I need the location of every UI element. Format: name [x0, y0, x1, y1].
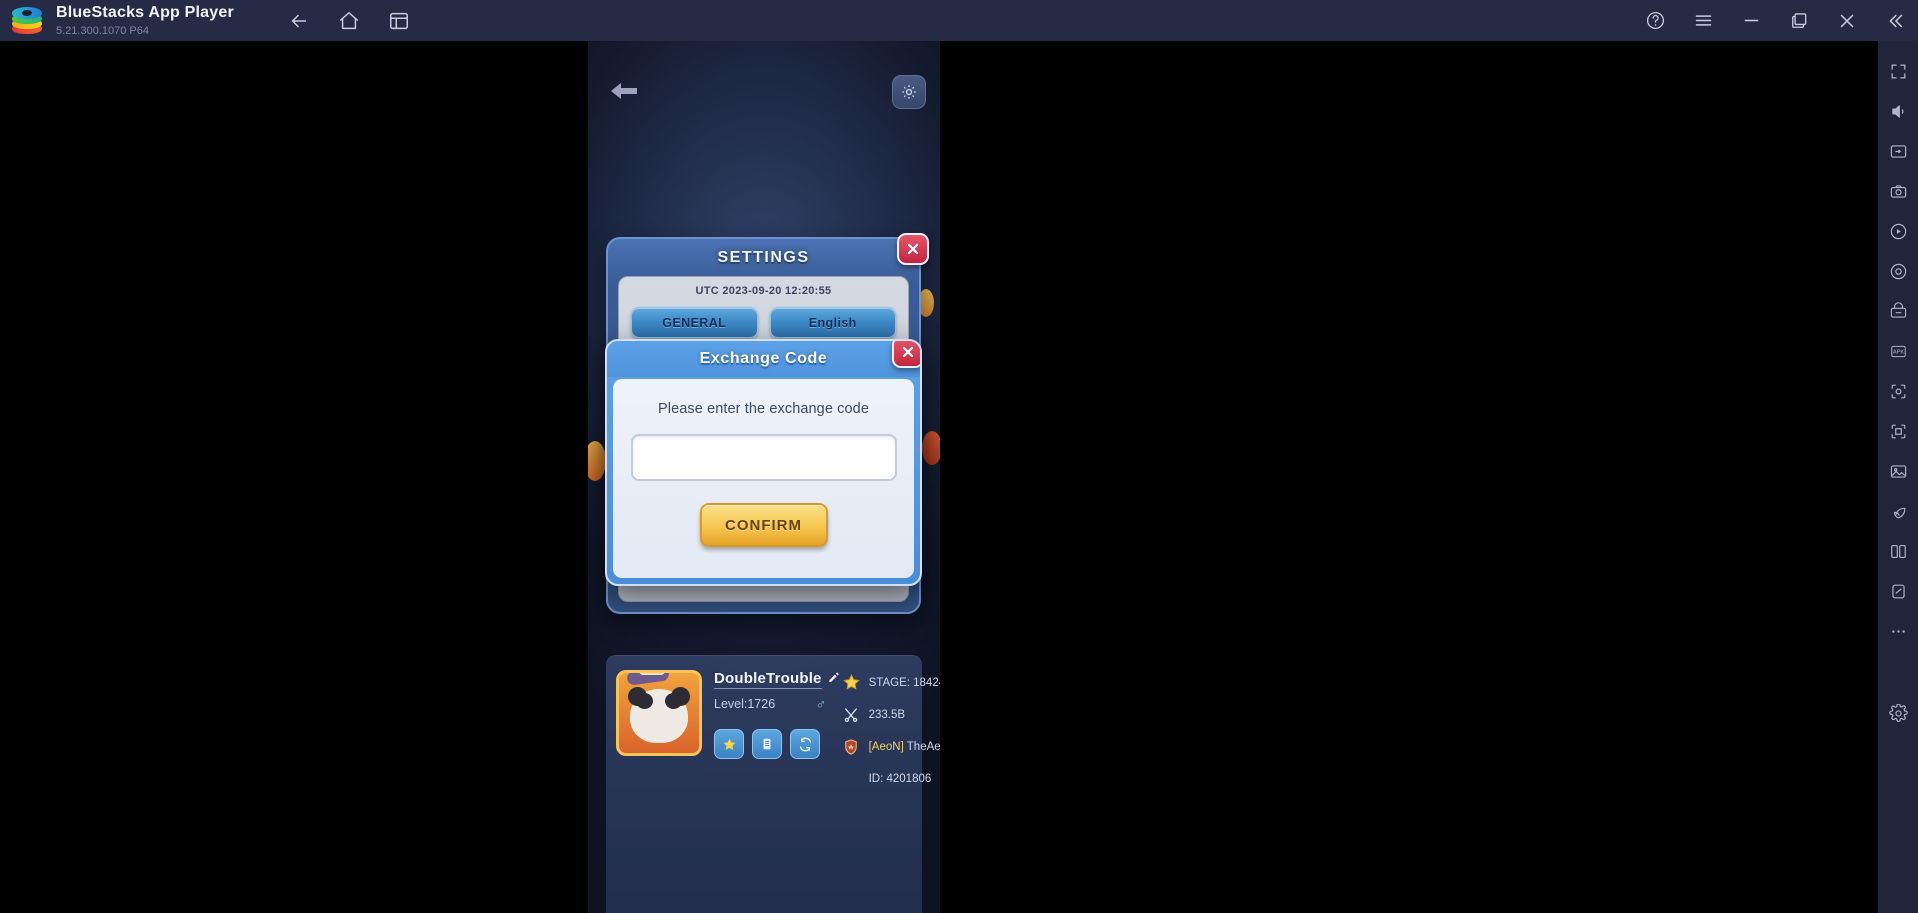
menu-button[interactable]	[1688, 6, 1718, 36]
bluestacks-window: BlueStacks App Player 5.21.300.1070 P64	[0, 0, 1918, 913]
pencil-icon[interactable]	[827, 670, 841, 689]
app-version: 5.21.300.1070 P64	[56, 24, 149, 37]
maximize-button[interactable]	[1784, 6, 1814, 36]
avatar-panda-icon	[628, 687, 690, 744]
collapse-sidebar-button[interactable]	[1880, 6, 1910, 36]
camera-icon[interactable]	[1878, 171, 1918, 211]
settings-button-language[interactable]: English	[769, 307, 896, 338]
game-settings-button[interactable]	[892, 75, 926, 109]
nav-buttons	[282, 4, 416, 38]
stat-stage: STAGE: 18424	[841, 672, 940, 693]
app-title-block: BlueStacks App Player 5.21.300.1070 P64	[56, 4, 234, 38]
bluestacks-logo-icon	[11, 6, 43, 36]
avatar[interactable]	[616, 670, 702, 756]
guild-tag: [AeoN]	[868, 740, 904, 753]
stat-id-text: ID: 4201806	[868, 772, 932, 785]
eco-mode-icon[interactable]	[1878, 491, 1918, 531]
svg-text:APK: APK	[1892, 349, 1903, 355]
gear-icon[interactable]	[1878, 693, 1918, 733]
settings-close-button[interactable]	[897, 233, 929, 265]
decoration-right	[922, 431, 940, 465]
exchange-code-confirm-button[interactable]: CONFIRM	[699, 503, 828, 547]
game-viewport: SETTINGS UTC 2023-09-20 12:20:55 GENERAL…	[588, 41, 940, 913]
macro-icon[interactable]	[1878, 251, 1918, 291]
player-name-row: DoubleTrouble	[714, 670, 841, 689]
player-stats: STAGE: 18424 233.5B [AeoN] TheAeoNKings	[841, 670, 940, 913]
back-button[interactable]	[282, 4, 316, 38]
home-button[interactable]	[332, 4, 366, 38]
guild-shield-icon	[841, 736, 862, 757]
stat-guild: [AeoN] TheAeoNKings	[841, 736, 940, 757]
exchange-code-title: Exchange Code	[699, 350, 828, 367]
settings-button-general[interactable]: GENERAL	[631, 307, 758, 338]
stat-power-text: 233.5B	[868, 708, 906, 721]
game-back-button[interactable]	[604, 73, 644, 109]
list-button[interactable]	[752, 729, 782, 759]
player-profile-card: DoubleTrouble Level:1726 ♂ STAGE: 18424 …	[606, 655, 940, 913]
crop-icon[interactable]	[1878, 411, 1918, 451]
swords-icon	[841, 704, 862, 725]
title-bar: BlueStacks App Player 5.21.300.1070 P64	[0, 0, 1918, 41]
stat-id: ID: 4201806	[841, 768, 940, 789]
exchange-code-input[interactable]	[630, 434, 897, 481]
instance-manager-icon[interactable]	[1878, 531, 1918, 571]
shake-icon[interactable]	[1878, 571, 1918, 611]
exchange-code-body: Please enter the exchange code CONFIRM	[613, 379, 914, 578]
player-level-row: Level:1726 ♂	[714, 696, 826, 712]
guild-name: TheAeoNKings	[906, 740, 940, 753]
avatar-bone-icon	[639, 673, 665, 675]
utc-timestamp: UTC 2023-09-20 12:20:55	[695, 285, 832, 297]
player-name: DoubleTrouble	[714, 670, 822, 689]
exchange-code-prompt: Please enter the exchange code	[658, 401, 869, 417]
scan-icon[interactable]	[1878, 371, 1918, 411]
rpk-icon[interactable]: APK	[1878, 331, 1918, 371]
male-icon: ♂	[815, 696, 827, 712]
more-icon[interactable]	[1878, 611, 1918, 651]
volume-icon[interactable]	[1878, 91, 1918, 131]
star-badge-icon	[841, 672, 862, 693]
apk-installer-icon[interactable]	[1878, 291, 1918, 331]
gallery-icon[interactable]	[1878, 451, 1918, 491]
fullscreen-icon[interactable]	[1878, 51, 1918, 91]
exchange-code-dialog: Exchange Code Please enter the exchange …	[605, 339, 922, 586]
minimize-button[interactable]	[1736, 6, 1766, 36]
window-controls	[1640, 0, 1910, 41]
help-button[interactable]	[1640, 6, 1670, 36]
multi-instance-button[interactable]	[382, 4, 416, 38]
refresh-button[interactable]	[790, 729, 820, 759]
player-info: DoubleTrouble Level:1726 ♂	[714, 670, 841, 913]
stat-stage-text: STAGE: 18424	[868, 676, 940, 689]
settings-title: SETTINGS	[717, 249, 810, 266]
flag-icon	[841, 768, 862, 789]
app-title: BlueStacks App Player	[56, 3, 234, 21]
record-icon[interactable]	[1878, 211, 1918, 251]
stat-power: 233.5B	[841, 704, 940, 725]
stat-guild-text: [AeoN] TheAeoNKings	[869, 741, 940, 753]
player-action-buttons	[714, 729, 841, 759]
tool-sidebar: APK	[1878, 41, 1918, 913]
star-button[interactable]	[714, 729, 744, 759]
exchange-code-header: Exchange Code	[607, 341, 920, 377]
player-level: Level:1726	[714, 697, 776, 711]
exchange-code-close-button[interactable]	[892, 341, 920, 368]
keymap-icon[interactable]	[1878, 131, 1918, 171]
close-button[interactable]	[1832, 6, 1862, 36]
